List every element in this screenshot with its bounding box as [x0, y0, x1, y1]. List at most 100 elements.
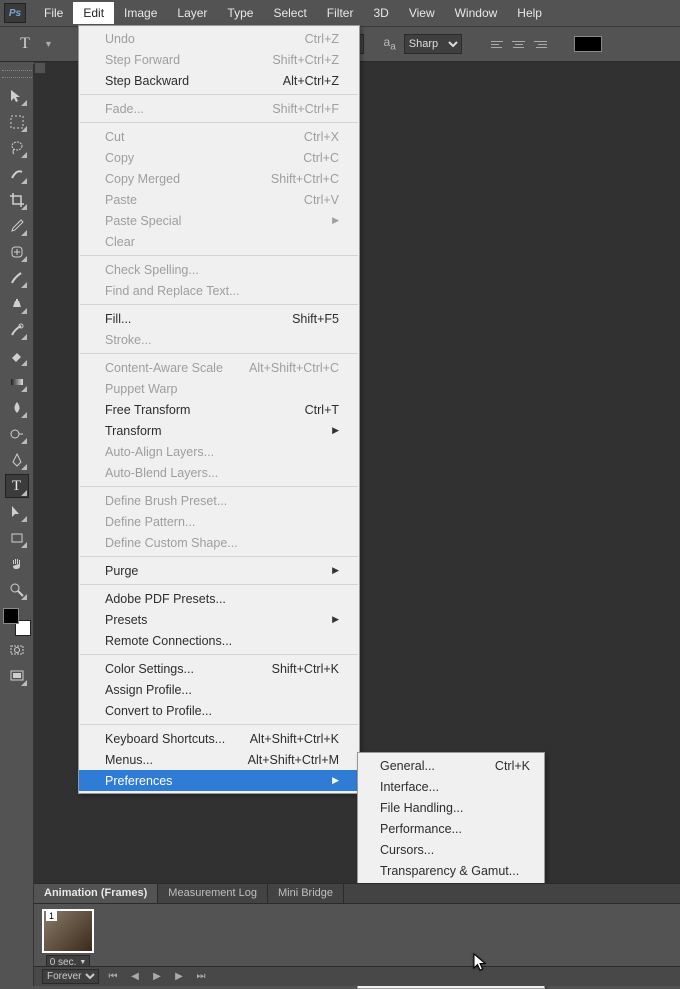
- anti-alias-select[interactable]: Sharp: [404, 34, 462, 54]
- menu-item-menus[interactable]: Menus...Alt+Shift+Ctrl+M: [79, 749, 359, 770]
- first-frame-button[interactable]: ⏮: [105, 970, 121, 984]
- animation-controls: Forever ⏮ ◀ ▶ ▶ ⏭: [34, 966, 680, 986]
- menu-image[interactable]: Image: [114, 2, 167, 24]
- menu-item-shortcut: Shift+Ctrl+C: [271, 172, 339, 186]
- tab-measurement-log[interactable]: Measurement Log: [158, 884, 268, 903]
- menu-item-presets[interactable]: Presets ▶: [79, 609, 359, 630]
- foreground-background-colors[interactable]: [3, 608, 31, 636]
- tool-preset-type-icon[interactable]: T: [14, 33, 36, 55]
- next-frame-button[interactable]: ▶: [171, 970, 187, 984]
- submenu-arrow-icon: ▶: [332, 425, 339, 436]
- submenu-item-file-handling[interactable]: File Handling...: [358, 797, 544, 818]
- text-color-swatch[interactable]: [574, 36, 602, 52]
- hand-tool[interactable]: [5, 552, 29, 576]
- menu-item-clear: Clear: [79, 231, 359, 252]
- submenu-item-cursors[interactable]: Cursors...: [358, 839, 544, 860]
- menu-item-label: Presets: [105, 613, 147, 627]
- gradient-tool[interactable]: [5, 370, 29, 394]
- blur-tool[interactable]: [5, 396, 29, 420]
- app-logo: Ps: [4, 3, 26, 23]
- rectangle-tool[interactable]: [5, 526, 29, 550]
- play-button[interactable]: ▶: [149, 970, 165, 984]
- menu-type[interactable]: Type: [217, 2, 263, 24]
- move-tool[interactable]: [5, 84, 29, 108]
- lasso-tool[interactable]: [5, 136, 29, 160]
- panel-grip[interactable]: [2, 70, 32, 78]
- submenu-item-label: Cursors...: [380, 843, 434, 857]
- menu-layer[interactable]: Layer: [167, 2, 217, 24]
- menu-edit[interactable]: Edit: [73, 2, 114, 24]
- loop-select[interactable]: Forever: [42, 969, 99, 984]
- menu-item-purge[interactable]: Purge▶: [79, 560, 359, 581]
- menu-item-label: Paste Special: [105, 214, 181, 228]
- pen-tool[interactable]: [5, 448, 29, 472]
- foreground-color-swatch[interactable]: [3, 608, 19, 624]
- marquee-tool[interactable]: [5, 110, 29, 134]
- menu-item-label: Convert to Profile...: [105, 704, 212, 718]
- menu-item-remote-connections[interactable]: Remote Connections...: [79, 630, 359, 651]
- type-tool[interactable]: T: [5, 474, 29, 498]
- menu-item-keyboard-shortcuts[interactable]: Keyboard Shortcuts...Alt+Shift+Ctrl+K: [79, 728, 359, 749]
- last-frame-button[interactable]: ⏭: [193, 970, 209, 984]
- menu-view[interactable]: View: [399, 2, 445, 24]
- brush-tool[interactable]: [5, 266, 29, 290]
- dodge-tool[interactable]: [5, 422, 29, 446]
- menu-item-label: Assign Profile...: [105, 683, 192, 697]
- frame-thumbnail[interactable]: 1: [42, 909, 94, 953]
- animation-frame-1[interactable]: 1 0 sec.▼: [42, 909, 94, 970]
- menu-item-label: Auto-Blend Layers...: [105, 466, 218, 480]
- clone-stamp-tool[interactable]: [5, 292, 29, 316]
- quick-mask-toggle[interactable]: [5, 638, 29, 662]
- submenu-arrow-icon: ▶: [332, 565, 339, 576]
- menu-item-fill[interactable]: Fill...Shift+F5: [79, 308, 359, 329]
- align-center-button[interactable]: [509, 34, 529, 54]
- dropdown-caret-icon[interactable]: ▼: [44, 39, 53, 49]
- healing-brush-tool[interactable]: [5, 240, 29, 264]
- menu-item-shortcut: Alt+Shift+Ctrl+C: [249, 361, 339, 375]
- tab-animation-frames[interactable]: Animation (Frames): [34, 884, 158, 903]
- submenu-item-performance[interactable]: Performance...: [358, 818, 544, 839]
- submenu-item-general[interactable]: General...Ctrl+K: [358, 755, 544, 776]
- menu-help[interactable]: Help: [507, 2, 552, 24]
- path-selection-tool[interactable]: [5, 500, 29, 524]
- quick-selection-tool[interactable]: [5, 162, 29, 186]
- menu-separator: [80, 724, 358, 725]
- submenu-arrow-icon: ▶: [332, 614, 339, 625]
- screen-mode-toggle[interactable]: [5, 664, 29, 688]
- menu-select[interactable]: Select: [263, 2, 316, 24]
- menu-item-copy-merged: Copy MergedShift+Ctrl+C: [79, 168, 359, 189]
- menu-window[interactable]: Window: [445, 2, 508, 24]
- menu-item-assign-profile[interactable]: Assign Profile...: [79, 679, 359, 700]
- menu-item-color-settings[interactable]: Color Settings...Shift+Ctrl+K: [79, 658, 359, 679]
- submenu-item-transparency-gamut[interactable]: Transparency & Gamut...: [358, 860, 544, 881]
- menu-separator: [80, 122, 358, 123]
- menu-item-label: Adobe PDF Presets...: [105, 592, 226, 606]
- submenu-item-label: File Handling...: [380, 801, 463, 815]
- eyedropper-tool[interactable]: [5, 214, 29, 238]
- menu-item-transform[interactable]: Transform▶: [79, 420, 359, 441]
- menu-item-label: Fade...: [105, 102, 144, 116]
- tools-panel: T: [0, 64, 34, 986]
- menu-item-step-backward[interactable]: Step BackwardAlt+Ctrl+Z: [79, 70, 359, 91]
- align-right-button[interactable]: [530, 34, 550, 54]
- zoom-tool[interactable]: [5, 578, 29, 602]
- menu-3d[interactable]: 3D: [363, 2, 398, 24]
- eraser-tool[interactable]: [5, 344, 29, 368]
- prev-frame-button[interactable]: ◀: [127, 970, 143, 984]
- submenu-item-interface[interactable]: Interface...: [358, 776, 544, 797]
- history-brush-tool[interactable]: [5, 318, 29, 342]
- menu-item-shortcut: Shift+F5: [292, 312, 339, 326]
- menu-item-label: Define Pattern...: [105, 515, 195, 529]
- menu-filter[interactable]: Filter: [317, 2, 364, 24]
- menu-file[interactable]: File: [34, 2, 73, 24]
- submenu-item-label: Transparency & Gamut...: [380, 864, 519, 878]
- tab-mini-bridge[interactable]: Mini Bridge: [268, 884, 344, 903]
- menu-item-preferences[interactable]: Preferences▶: [79, 770, 359, 791]
- align-left-button[interactable]: [488, 34, 508, 54]
- menu-item-free-transform[interactable]: Free TransformCtrl+T: [79, 399, 359, 420]
- menu-item-convert-to-profile[interactable]: Convert to Profile...: [79, 700, 359, 721]
- menu-item-label: Content-Aware Scale: [105, 361, 223, 375]
- menu-item-stroke: Stroke...: [79, 329, 359, 350]
- menu-item-adobe-pdf-presets[interactable]: Adobe PDF Presets...: [79, 588, 359, 609]
- crop-tool[interactable]: [5, 188, 29, 212]
